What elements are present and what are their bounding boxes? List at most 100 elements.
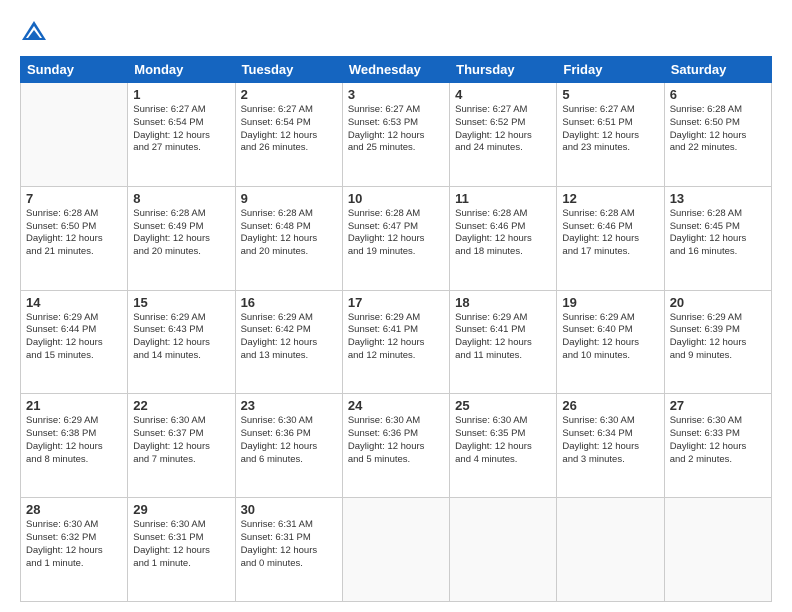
weekday-header-tuesday: Tuesday — [235, 57, 342, 83]
logo — [20, 18, 52, 46]
day-info: Sunrise: 6:29 AM Sunset: 6:41 PM Dayligh… — [348, 312, 444, 363]
calendar-cell: 15 Sunrise: 6:29 AM Sunset: 6:43 PM Dayli… — [128, 290, 235, 394]
calendar-cell: 8Sunrise: 6:28 AM Sunset: 6:49 PM Daylig… — [128, 186, 235, 290]
day-number: 24 — [348, 398, 444, 413]
day-info: Sunrise: 6:29 AM Sunset: 6:40 PM Dayligh… — [562, 312, 658, 363]
day-info: Sunrise: 6:28 AM Sunset: 6:45 PM Dayligh… — [670, 208, 766, 259]
day-number: 15 — [133, 295, 229, 310]
calendar-cell: 22 Sunrise: 6:30 AM Sunset: 6:37 PM Dayli… — [128, 394, 235, 498]
day-number: 20 — [670, 295, 766, 310]
calendar-cell: 24 Sunrise: 6:30 AM Sunset: 6:36 PM Dayli… — [342, 394, 449, 498]
day-number: 19 — [562, 295, 658, 310]
day-info: Sunrise: 6:29 AM Sunset: 6:43 PM Dayligh… — [133, 312, 229, 363]
header — [20, 18, 772, 46]
weekday-header-thursday: Thursday — [450, 57, 557, 83]
day-info: Sunrise: 6:28 AM Sunset: 6:50 PM Dayligh… — [26, 208, 122, 259]
day-info: Sunrise: 6:31 AM Sunset: 6:31 PM Dayligh… — [241, 519, 337, 570]
day-number: 27 — [670, 398, 766, 413]
calendar-cell — [557, 498, 664, 602]
calendar-cell — [342, 498, 449, 602]
calendar-cell: 23 Sunrise: 6:30 AM Sunset: 6:36 PM Dayli… — [235, 394, 342, 498]
calendar-cell — [21, 83, 128, 187]
day-info: Sunrise: 6:29 AM Sunset: 6:42 PM Dayligh… — [241, 312, 337, 363]
day-info: Sunrise: 6:29 AM Sunset: 6:44 PM Dayligh… — [26, 312, 122, 363]
day-number: 26 — [562, 398, 658, 413]
day-number: 13 — [670, 191, 766, 206]
calendar-cell: 7 Sunrise: 6:28 AM Sunset: 6:50 PM Daylig… — [21, 186, 128, 290]
day-info: Sunrise: 6:30 AM Sunset: 6:37 PM Dayligh… — [133, 415, 229, 466]
calendar-cell: 21 Sunrise: 6:29 AM Sunset: 6:38 PM Dayli… — [21, 394, 128, 498]
calendar-cell: 5Sunrise: 6:27 AM Sunset: 6:51 PM Daylig… — [557, 83, 664, 187]
calendar-cell: 29Sunrise: 6:30 AM Sunset: 6:31 PM Dayli… — [128, 498, 235, 602]
day-info: Sunrise: 6:27 AM Sunset: 6:52 PM Dayligh… — [455, 104, 551, 155]
day-number: 18 — [455, 295, 551, 310]
calendar-cell — [664, 498, 771, 602]
calendar-week-5: 28 Sunrise: 6:30 AM Sunset: 6:32 PM Dayli… — [21, 498, 772, 602]
day-info: Sunrise: 6:30 AM Sunset: 6:32 PM Dayligh… — [26, 519, 122, 570]
day-number: 8 — [133, 191, 229, 206]
day-number: 9 — [241, 191, 337, 206]
calendar-cell: 4 Sunrise: 6:27 AM Sunset: 6:52 PM Daylig… — [450, 83, 557, 187]
page: SundayMondayTuesdayWednesdayThursdayFrid… — [0, 0, 792, 612]
calendar-week-4: 21 Sunrise: 6:29 AM Sunset: 6:38 PM Dayli… — [21, 394, 772, 498]
day-info: Sunrise: 6:27 AM Sunset: 6:54 PM Dayligh… — [133, 104, 229, 155]
calendar-cell: 27Sunrise: 6:30 AM Sunset: 6:33 PM Dayli… — [664, 394, 771, 498]
day-info: Sunrise: 6:28 AM Sunset: 6:50 PM Dayligh… — [670, 104, 766, 155]
day-number: 25 — [455, 398, 551, 413]
weekday-header-wednesday: Wednesday — [342, 57, 449, 83]
weekday-header-saturday: Saturday — [664, 57, 771, 83]
day-info: Sunrise: 6:29 AM Sunset: 6:41 PM Dayligh… — [455, 312, 551, 363]
calendar-cell: 25 Sunrise: 6:30 AM Sunset: 6:35 PM Dayli… — [450, 394, 557, 498]
day-number: 11 — [455, 191, 551, 206]
day-number: 28 — [26, 502, 122, 517]
day-info: Sunrise: 6:27 AM Sunset: 6:54 PM Dayligh… — [241, 104, 337, 155]
day-number: 6 — [670, 87, 766, 102]
day-number: 5 — [562, 87, 658, 102]
day-number: 7 — [26, 191, 122, 206]
calendar-week-3: 14 Sunrise: 6:29 AM Sunset: 6:44 PM Dayli… — [21, 290, 772, 394]
day-number: 22 — [133, 398, 229, 413]
day-number: 14 — [26, 295, 122, 310]
calendar-cell: 30 Sunrise: 6:31 AM Sunset: 6:31 PM Dayli… — [235, 498, 342, 602]
day-info: Sunrise: 6:30 AM Sunset: 6:36 PM Dayligh… — [241, 415, 337, 466]
day-number: 17 — [348, 295, 444, 310]
day-number: 2 — [241, 87, 337, 102]
calendar-cell: 9 Sunrise: 6:28 AM Sunset: 6:48 PM Daylig… — [235, 186, 342, 290]
day-number: 21 — [26, 398, 122, 413]
day-info: Sunrise: 6:30 AM Sunset: 6:36 PM Dayligh… — [348, 415, 444, 466]
calendar-cell: 1Sunrise: 6:27 AM Sunset: 6:54 PM Daylig… — [128, 83, 235, 187]
calendar-cell: 26 Sunrise: 6:30 AM Sunset: 6:34 PM Dayli… — [557, 394, 664, 498]
logo-icon — [20, 18, 48, 46]
calendar-cell: 19 Sunrise: 6:29 AM Sunset: 6:40 PM Dayli… — [557, 290, 664, 394]
day-number: 10 — [348, 191, 444, 206]
day-number: 29 — [133, 502, 229, 517]
calendar-cell: 13 Sunrise: 6:28 AM Sunset: 6:45 PM Dayli… — [664, 186, 771, 290]
day-number: 30 — [241, 502, 337, 517]
day-info: Sunrise: 6:29 AM Sunset: 6:39 PM Dayligh… — [670, 312, 766, 363]
calendar-header-row: SundayMondayTuesdayWednesdayThursdayFrid… — [21, 57, 772, 83]
day-number: 4 — [455, 87, 551, 102]
calendar-cell: 12 Sunrise: 6:28 AM Sunset: 6:46 PM Dayli… — [557, 186, 664, 290]
day-number: 12 — [562, 191, 658, 206]
calendar-cell: 20 Sunrise: 6:29 AM Sunset: 6:39 PM Dayli… — [664, 290, 771, 394]
calendar-cell: 14 Sunrise: 6:29 AM Sunset: 6:44 PM Dayli… — [21, 290, 128, 394]
weekday-header-sunday: Sunday — [21, 57, 128, 83]
day-info: Sunrise: 6:30 AM Sunset: 6:35 PM Dayligh… — [455, 415, 551, 466]
day-info: Sunrise: 6:29 AM Sunset: 6:38 PM Dayligh… — [26, 415, 122, 466]
calendar-table: SundayMondayTuesdayWednesdayThursdayFrid… — [20, 56, 772, 602]
calendar-cell: 6 Sunrise: 6:28 AM Sunset: 6:50 PM Daylig… — [664, 83, 771, 187]
day-info: Sunrise: 6:28 AM Sunset: 6:46 PM Dayligh… — [562, 208, 658, 259]
calendar-week-1: 1Sunrise: 6:27 AM Sunset: 6:54 PM Daylig… — [21, 83, 772, 187]
day-info: Sunrise: 6:30 AM Sunset: 6:34 PM Dayligh… — [562, 415, 658, 466]
calendar-cell: 2 Sunrise: 6:27 AM Sunset: 6:54 PM Daylig… — [235, 83, 342, 187]
calendar-cell: 3 Sunrise: 6:27 AM Sunset: 6:53 PM Daylig… — [342, 83, 449, 187]
day-number: 23 — [241, 398, 337, 413]
day-number: 3 — [348, 87, 444, 102]
calendar-cell — [450, 498, 557, 602]
day-info: Sunrise: 6:27 AM Sunset: 6:53 PM Dayligh… — [348, 104, 444, 155]
weekday-header-friday: Friday — [557, 57, 664, 83]
day-number: 16 — [241, 295, 337, 310]
weekday-header-monday: Monday — [128, 57, 235, 83]
calendar-cell: 18 Sunrise: 6:29 AM Sunset: 6:41 PM Dayli… — [450, 290, 557, 394]
day-info: Sunrise: 6:28 AM Sunset: 6:48 PM Dayligh… — [241, 208, 337, 259]
